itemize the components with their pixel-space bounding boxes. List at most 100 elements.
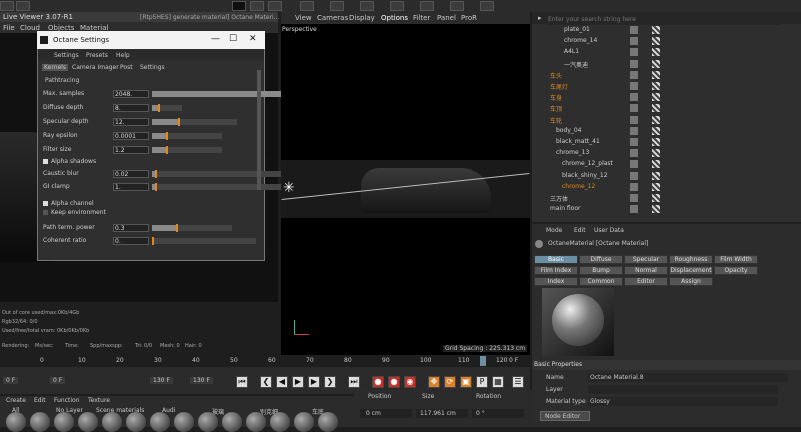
tab-basic[interactable]: Basic	[534, 255, 578, 264]
tab-assign[interactable]: Assign	[669, 277, 713, 286]
tab-editor[interactable]: Editor	[624, 277, 668, 286]
material-tag-icon[interactable]	[652, 93, 660, 102]
object-row[interactable]: 车顶	[532, 103, 801, 114]
tab-index[interactable]: Index	[534, 277, 578, 286]
node-editor-button[interactable]: Node Editor	[540, 411, 590, 421]
tab-common[interactable]: Common	[579, 277, 623, 286]
checkbox[interactable]	[43, 201, 48, 206]
move-key-icon[interactable]: ✥	[428, 376, 440, 388]
material-tag-icon[interactable]	[652, 104, 660, 113]
record-icon[interactable]: ●	[372, 376, 384, 388]
material-tag-icon[interactable]	[652, 194, 660, 202]
setting-slider[interactable]	[152, 224, 232, 232]
material-tag-icon[interactable]	[652, 26, 660, 34]
timeline-menu-icon[interactable]: ☰	[512, 376, 524, 388]
setting-slider[interactable]	[152, 170, 292, 178]
visibility-icon[interactable]	[630, 160, 638, 169]
start-frame[interactable]: 0 F	[3, 377, 19, 384]
setting-slider[interactable]	[152, 132, 222, 140]
object-row[interactable]: A4L1	[532, 47, 801, 58]
rotation-h-field[interactable]: 0 °	[472, 409, 524, 418]
material-tag-icon[interactable]	[652, 126, 660, 135]
setting-value[interactable]: 2048.	[113, 90, 149, 98]
material-tag-icon[interactable]	[652, 160, 660, 169]
setting-value[interactable]: 0.0001	[113, 132, 149, 140]
setting-slider[interactable]	[152, 104, 182, 112]
keyframe-selection-icon[interactable]: ◉	[404, 376, 416, 388]
visibility-icon[interactable]	[630, 182, 638, 191]
max-frame[interactable]: 130 F	[150, 377, 173, 384]
menu-display[interactable]: Display	[349, 14, 375, 22]
setting-slider[interactable]	[152, 118, 237, 126]
tab-diffuse[interactable]: Diffuse	[579, 255, 623, 264]
object-row[interactable]: main floor	[532, 204, 801, 215]
min-frame[interactable]: 0 F	[50, 377, 66, 384]
rotate-key-icon[interactable]: ⟳	[444, 376, 456, 388]
tab-kernels[interactable]: Kernels	[42, 64, 68, 71]
material-swatch[interactable]	[54, 412, 74, 432]
previous-key-icon[interactable]: ❮	[260, 376, 272, 388]
material-swatch[interactable]	[318, 412, 338, 432]
next-frame-icon[interactable]: ▶	[308, 376, 320, 388]
setting-slider[interactable]	[152, 237, 256, 245]
material-swatch[interactable]	[222, 412, 242, 432]
material-tag-icon[interactable]	[652, 59, 660, 68]
visibility-icon[interactable]	[630, 70, 638, 79]
object-row[interactable]: black_shiny_12	[532, 171, 801, 182]
pen-icon[interactable]	[300, 1, 314, 11]
search-input[interactable]	[546, 13, 780, 25]
visibility-icon[interactable]	[630, 48, 638, 57]
point-level-icon[interactable]: ▦	[492, 376, 504, 388]
material-swatch[interactable]	[294, 412, 314, 432]
menu-panel[interactable]: Panel	[437, 14, 456, 22]
menu-texture[interactable]: Texture	[88, 397, 110, 404]
material-tag-icon[interactable]	[652, 70, 660, 79]
tab-normal[interactable]: Normal	[624, 266, 668, 275]
visibility-icon[interactable]	[630, 93, 638, 102]
visibility-icon[interactable]	[630, 37, 638, 46]
object-row[interactable]: black_matt_41	[532, 137, 801, 148]
visibility-icon[interactable]	[630, 149, 638, 158]
scale-key-icon[interactable]: ▣	[460, 376, 472, 388]
setting-value[interactable]: 12.	[113, 118, 149, 126]
camera-icon[interactable]	[450, 1, 464, 11]
tab-post[interactable]: Post	[120, 64, 133, 71]
maximize-icon[interactable]: ☐	[229, 34, 237, 44]
visibility-icon[interactable]	[630, 205, 638, 214]
object-row[interactable]: 车尾灯	[532, 81, 801, 92]
menu-function[interactable]: Function	[54, 397, 80, 404]
object-row[interactable]: chrome_12_plast	[532, 159, 801, 170]
array-icon[interactable]	[360, 1, 374, 11]
undo-icon[interactable]	[0, 1, 14, 11]
dialog-scrollbar[interactable]	[257, 70, 261, 190]
material-swatch[interactable]	[246, 412, 266, 432]
material-tag-icon[interactable]	[652, 138, 660, 146]
checkbox[interactable]	[43, 210, 48, 215]
minimize-icon[interactable]: —	[211, 34, 220, 44]
material-swatch[interactable]	[150, 412, 170, 432]
visibility-icon[interactable]	[630, 126, 638, 135]
visibility-icon[interactable]	[630, 138, 638, 146]
setting-slider[interactable]	[152, 90, 292, 98]
menu-user-data[interactable]: User Data	[594, 227, 624, 234]
menu-file[interactable]: File	[3, 24, 15, 32]
floor-icon[interactable]	[420, 1, 434, 11]
material-swatch[interactable]	[174, 412, 194, 432]
next-key-icon[interactable]: ❯	[324, 376, 336, 388]
menu-edit[interactable]: Edit	[34, 397, 46, 404]
object-row[interactable]: 三万体	[532, 193, 801, 204]
object-row[interactable]: chrome_14	[532, 36, 801, 47]
tab-displacement[interactable]: Displacement	[669, 266, 713, 275]
setting-value[interactable]: 1.2	[113, 146, 149, 154]
setting-value[interactable]: 1.	[113, 183, 149, 191]
tab-film-width[interactable]: Film Width	[714, 255, 758, 264]
menu-help[interactable]: Help	[116, 52, 130, 59]
tab-roughness[interactable]: Roughness	[669, 255, 713, 264]
visibility-icon[interactable]	[630, 26, 638, 34]
material-swatch[interactable]	[126, 412, 146, 432]
size-x-field[interactable]: 117.961 cm	[416, 409, 468, 418]
menu-view[interactable]: View	[295, 14, 312, 22]
menu-mode[interactable]: Mode	[546, 227, 562, 234]
end-frame[interactable]: 130 F	[190, 377, 213, 384]
subdivision-icon[interactable]	[330, 1, 344, 11]
